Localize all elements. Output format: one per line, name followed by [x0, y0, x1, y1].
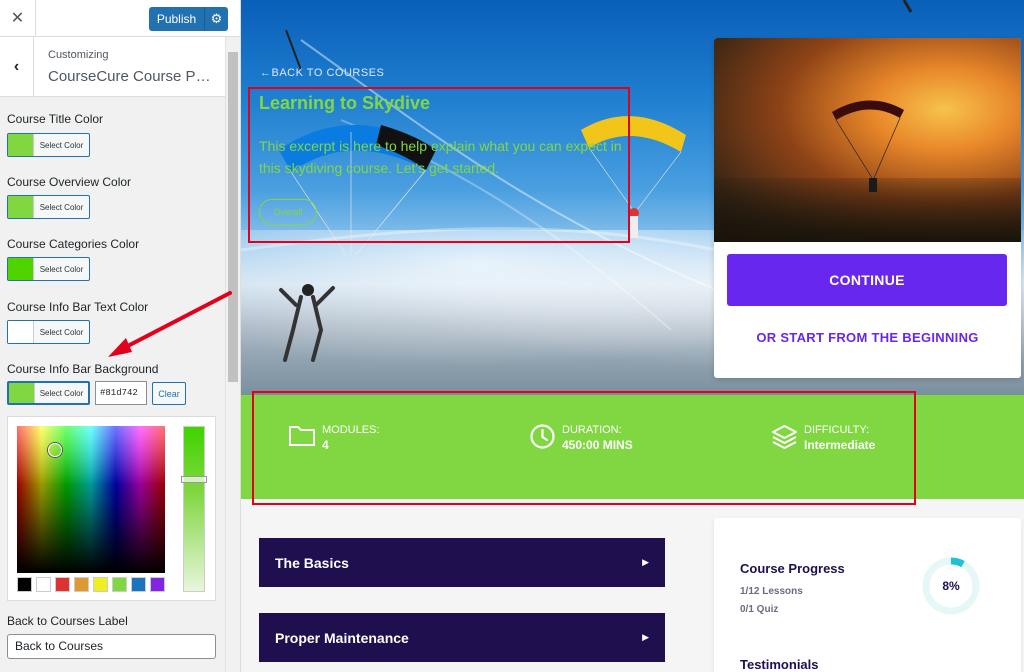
caret-right-icon: ▶ [642, 557, 649, 567]
course-title-color-label: Course Title Color [7, 112, 104, 126]
gear-icon[interactable]: ⚙ [204, 7, 228, 31]
select-color-text: Select Color [39, 140, 84, 150]
module-title: Proper Maintenance [275, 629, 409, 646]
palette-swatch[interactable] [93, 577, 108, 592]
annotation-highlight-box [248, 87, 630, 243]
select-color-text: Select Color [39, 327, 84, 337]
publish-label: Publish [156, 12, 197, 26]
info-bar-background-button[interactable]: Select Color [7, 381, 90, 405]
course-categories-color-label: Course Categories Color [7, 237, 140, 251]
scrollbar-thumb[interactable] [228, 52, 238, 382]
back-to-courses-link[interactable]: ←Back to Courses [260, 67, 384, 79]
close-icon: ✕ [10, 10, 25, 27]
course-overview-color-button[interactable]: Select Color [7, 195, 90, 219]
paraglider-image [714, 38, 1021, 242]
course-overview-color-label: Course Overview Color [7, 175, 132, 189]
section-header: ‹ Customizing CourseCure Course Page [0, 37, 225, 97]
sidebar-scrollbar[interactable] [225, 37, 240, 672]
chevron-left-icon: ‹ [13, 58, 20, 75]
clear-button[interactable]: Clear [152, 382, 186, 405]
back-label-input[interactable]: Back to Courses [7, 634, 216, 659]
picker-handle[interactable] [48, 443, 62, 457]
caret-right-icon: ▶ [642, 632, 649, 642]
palette-swatch[interactable] [17, 577, 32, 592]
select-color-text: Select Color [39, 202, 84, 212]
back-button[interactable]: ‹ [0, 37, 34, 97]
color-swatch [9, 383, 35, 403]
color-swatch [8, 134, 34, 156]
module-accordion-maintenance[interactable]: Proper Maintenance ▶ [259, 613, 665, 662]
select-color-text: Select Color [39, 388, 84, 398]
arrow-left-icon: ← [260, 67, 272, 79]
start-from-beginning-link[interactable]: OR START FROM THE BEGINNING [714, 330, 1021, 345]
select-color-text: Select Color [39, 264, 84, 274]
course-progress-card: Course Progress 1/12 Lessons 0/1 Quiz 8%… [714, 518, 1021, 672]
section-title: CourseCure Course Page [48, 68, 218, 85]
paraglider-shape [832, 100, 904, 192]
testimonials-heading: Testimonials [740, 657, 819, 672]
palette-swatch[interactable] [131, 577, 146, 592]
info-bar-text-color-button[interactable]: Select Color [7, 320, 90, 344]
site-preview: ←Back to Courses Learning to Skydive Thi… [241, 0, 1024, 672]
lessons-stat: 1/12 Lessons [740, 586, 803, 597]
info-bar-background-label: Course Info Bar Background [7, 362, 159, 376]
palette-swatch[interactable] [36, 577, 51, 592]
quiz-stat: 0/1 Quiz [740, 604, 779, 615]
course-hero: ←Back to Courses Learning to Skydive Thi… [241, 0, 1024, 395]
module-title: The Basics [275, 554, 349, 571]
palette-swatch[interactable] [55, 577, 70, 592]
hex-color-input[interactable]: #81d742 [95, 381, 147, 405]
color-swatch [8, 258, 34, 280]
saturation-field[interactable] [17, 426, 165, 573]
customizer-topbar: ✕ Publish ⚙ [0, 0, 240, 37]
palette-swatch[interactable] [112, 577, 127, 592]
course-title-color-button[interactable]: Select Color [7, 133, 90, 157]
module-accordion-basics[interactable]: The Basics ▶ [259, 538, 665, 587]
continue-button[interactable]: CONTINUE [727, 254, 1007, 306]
course-categories-color-button[interactable]: Select Color [7, 257, 90, 281]
course-cta-card: CONTINUE OR START FROM THE BEGINNING [714, 38, 1021, 378]
close-button[interactable]: ✕ [0, 0, 36, 36]
lightness-slider[interactable] [181, 426, 207, 592]
customizer-sidebar: ✕ Publish ⚙ ‹ Customizing CourseCure Cou… [0, 0, 241, 672]
customizing-label: Customizing [48, 49, 109, 61]
back-label-title: Back to Courses Label [7, 614, 128, 628]
annotation-highlight-box [252, 391, 916, 505]
slider-handle[interactable] [181, 476, 207, 483]
palette-swatch[interactable] [74, 577, 89, 592]
progress-title: Course Progress [740, 561, 845, 576]
publish-button[interactable]: Publish ⚙ [149, 7, 228, 31]
palette-swatch[interactable] [150, 577, 165, 592]
color-swatch [8, 321, 34, 343]
progress-percent: 8% [942, 579, 960, 593]
color-picker [7, 416, 216, 601]
info-bar-text-color-label: Course Info Bar Text Color [7, 300, 149, 314]
color-palette [17, 577, 165, 592]
color-swatch [8, 196, 34, 218]
